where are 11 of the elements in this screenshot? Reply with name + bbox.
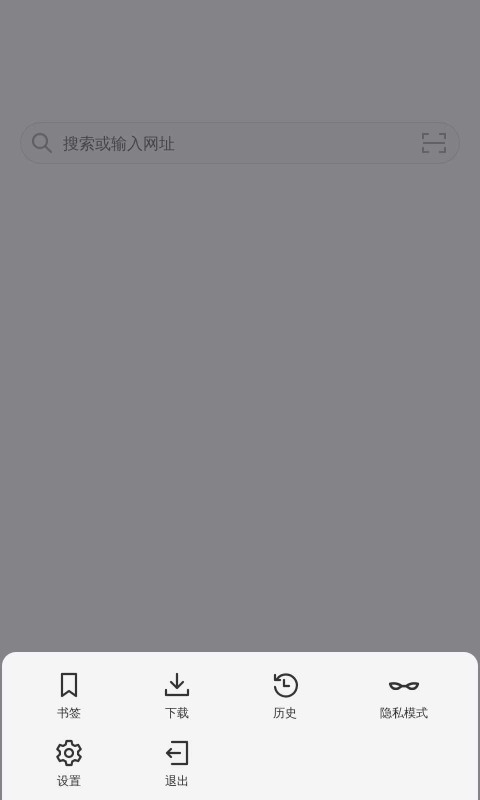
menu-item[interactable]: 设置 [54,738,84,790]
menu-item[interactable]: 隐私模式 [380,670,428,722]
mask-icon [389,680,419,690]
menu-item[interactable]: 退出 [162,738,192,790]
scan-icon[interactable] [422,133,446,153]
settings-icon [54,738,84,768]
menu-item[interactable]: 下载 [162,670,192,722]
menu-item[interactable]: 历史 [270,670,300,722]
search-icon [31,132,53,154]
search-field[interactable]: 搜索或输入网址 [20,122,460,164]
menu-item[interactable]: 书签 [54,670,84,722]
